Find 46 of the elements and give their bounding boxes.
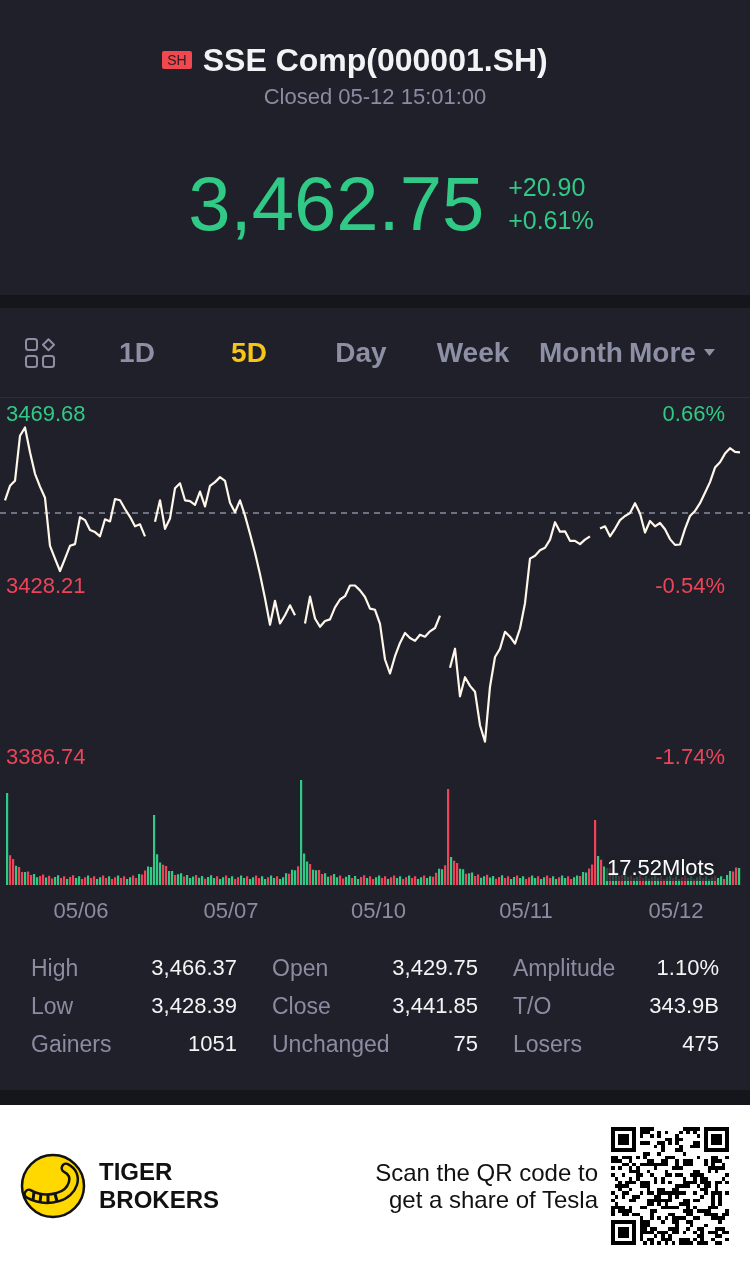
period-tab[interactable]: Month bbox=[529, 332, 623, 373]
stat-label: Unchanged bbox=[272, 1030, 390, 1058]
percent-axis-label: -0.54% bbox=[655, 572, 725, 598]
date-label: 05/06 bbox=[53, 898, 109, 923]
price-axis-label: 3469.68 bbox=[6, 401, 86, 427]
stat-value: 3,428.39 bbox=[151, 993, 237, 1019]
market-status: Closed 05-12 15:01:00 bbox=[263, 84, 487, 110]
period-tab[interactable]: Week bbox=[417, 332, 529, 373]
date-label: 05/11 bbox=[499, 898, 553, 923]
date-label: 05/12 bbox=[648, 898, 704, 923]
price-change: +20.90 bbox=[508, 172, 586, 203]
period-tab[interactable]: 1D bbox=[81, 332, 193, 373]
stat-label: Open bbox=[272, 954, 329, 982]
stat-value: 475 bbox=[682, 1031, 719, 1057]
price-axis-label: 3428.21 bbox=[6, 572, 86, 598]
percent-axis-label: -1.74% bbox=[655, 744, 725, 770]
caret-icon bbox=[703, 349, 715, 356]
percent-axis-label: 0.66% bbox=[662, 401, 725, 427]
brand-name: TIGER BROKERS bbox=[99, 1157, 220, 1214]
stat-value: 3,466.37 bbox=[151, 955, 237, 981]
tiger-logo-icon bbox=[20, 1152, 86, 1219]
stat-value: 3,441.85 bbox=[392, 993, 478, 1019]
stat-label: Gainers bbox=[31, 1030, 112, 1058]
date-label: 05/07 bbox=[203, 898, 259, 923]
stat-value: 3,429.75 bbox=[392, 955, 478, 981]
date-label: 05/10 bbox=[350, 898, 407, 923]
stat-label: Low bbox=[31, 992, 74, 1020]
stat-label: High bbox=[31, 954, 79, 982]
price-axis-label: 3386.74 bbox=[6, 744, 86, 770]
stat-value: 75 bbox=[453, 1031, 478, 1057]
more-menu-button[interactable]: More bbox=[628, 332, 715, 373]
quote-title: SSE Comp(000001.SH) bbox=[202, 42, 548, 78]
percent-change: +0.61% bbox=[508, 205, 594, 236]
period-tab[interactable]: 5D bbox=[193, 332, 305, 373]
exchange-badge: SH bbox=[162, 51, 192, 69]
stat-label: Losers bbox=[513, 1030, 583, 1058]
stat-label: T/O bbox=[513, 992, 552, 1020]
stat-value: 343.9B bbox=[649, 993, 719, 1019]
stat-label: Close bbox=[272, 992, 331, 1020]
promo-message: Scan the QR code to get a share of Tesla bbox=[374, 1158, 598, 1213]
last-price: 3,462.75 bbox=[188, 164, 485, 244]
stat-value: 1.10% bbox=[656, 955, 719, 981]
stat-label: Amplitude bbox=[513, 954, 616, 982]
stat-value: 1051 bbox=[188, 1031, 237, 1057]
period-tab[interactable]: Day bbox=[305, 332, 417, 373]
grid-icon[interactable] bbox=[25, 337, 55, 368]
